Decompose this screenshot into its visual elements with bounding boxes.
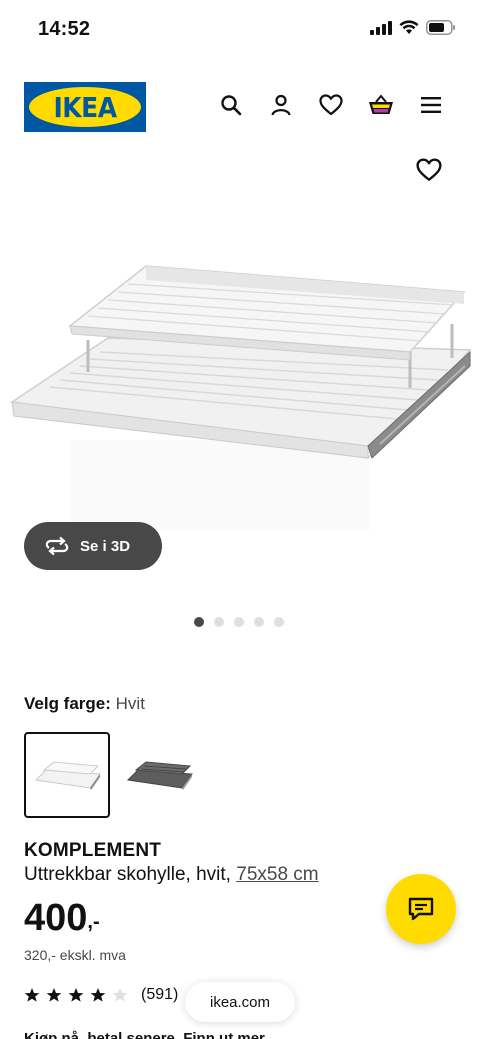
star-filled-icon: [90, 988, 106, 1002]
status-bar: 14:52: [0, 0, 480, 60]
battery-icon: [426, 20, 455, 35]
site-header: IKEA: [0, 78, 480, 138]
header-nav: [218, 92, 444, 118]
price-suffix: ,-: [87, 911, 100, 933]
color-label-title: Velg farge:: [24, 694, 111, 713]
gallery-dot-3[interactable]: [234, 617, 244, 627]
gallery-dot-2[interactable]: [214, 617, 224, 627]
search-icon[interactable]: [218, 92, 244, 118]
product-rating[interactable]: (591): [24, 986, 178, 1004]
color-swatch-dark-grey[interactable]: [116, 732, 202, 818]
chat-icon: [408, 897, 434, 921]
status-time: 14:52: [38, 18, 91, 40]
view-in-3d-label: Se i 3D: [80, 537, 131, 555]
product-size-link[interactable]: 75x58 cm: [236, 864, 318, 885]
chat-button[interactable]: [386, 874, 456, 944]
gallery-dot-1[interactable]: [194, 617, 204, 627]
product-price: 400 ,-: [24, 896, 100, 940]
pay-later-text[interactable]: Kjøp nå, betal senere. Finn ut mer: [24, 1030, 265, 1039]
basket-icon[interactable]: [368, 92, 394, 118]
shoe-shelf-illustration: [9, 265, 472, 530]
heart-icon[interactable]: [318, 92, 344, 118]
add-to-favorites-icon[interactable]: [416, 158, 444, 186]
color-picker-label: Velg farge: Hvit: [24, 694, 145, 714]
star-filled-icon: [24, 988, 40, 1002]
white-shelf-thumbnail: [34, 761, 101, 790]
logo-text: IKEA: [53, 90, 117, 124]
signal-icon: [370, 20, 392, 35]
browser-url-pill[interactable]: ikea.com: [185, 982, 295, 1022]
logo-oval: IKEA: [29, 87, 141, 127]
product-image[interactable]: [0, 200, 480, 540]
rotate-3d-icon: [45, 536, 69, 556]
star-filled-icon: [46, 988, 62, 1002]
product-description: Uttrekkbar skohylle, hvit, 75x58 cm: [24, 864, 319, 886]
gallery-dot-5[interactable]: [274, 617, 284, 627]
color-swatch-white[interactable]: [24, 732, 110, 818]
star-filled-icon: [68, 988, 84, 1002]
ikea-logo[interactable]: IKEA: [24, 82, 146, 132]
menu-icon[interactable]: [418, 92, 444, 118]
user-icon[interactable]: [268, 92, 294, 118]
gallery-dot-4[interactable]: [254, 617, 264, 627]
wifi-icon: [399, 20, 419, 34]
status-icons: [370, 20, 456, 35]
review-count: (591): [141, 986, 179, 1003]
gallery-pagination: [194, 617, 284, 627]
view-in-3d-button[interactable]: Se i 3D: [24, 522, 162, 570]
star-empty-icon: [112, 988, 128, 1002]
color-selected-value: Hvit: [115, 694, 145, 713]
dark-grey-shelf-thumbnail: [126, 761, 193, 790]
price-excl-vat: 320,- ekskl. mva: [24, 947, 126, 963]
product-description-text: Uttrekkbar skohylle, hvit,: [24, 864, 231, 885]
product-name: KOMPLEMENT: [24, 840, 162, 861]
price-integer: 400: [24, 897, 88, 939]
rating-stars: [24, 987, 128, 1003]
